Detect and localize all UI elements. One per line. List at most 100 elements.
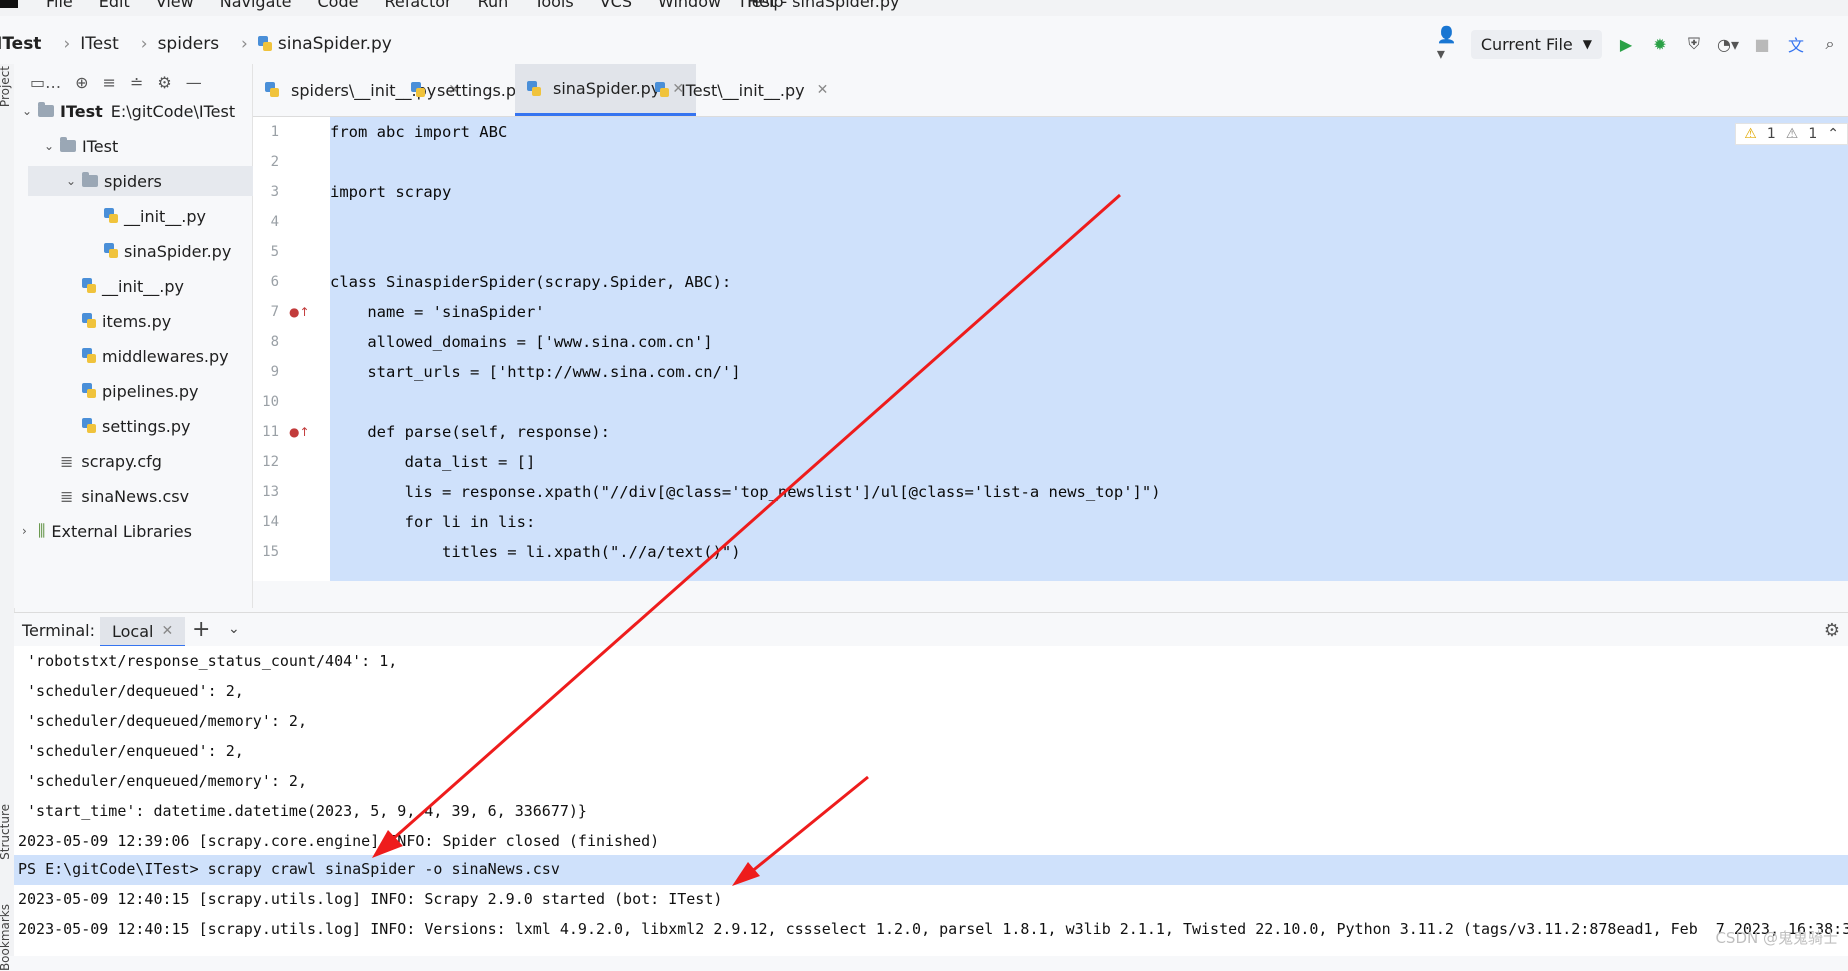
python-file-icon xyxy=(527,80,541,97)
breadcrumb-folder[interactable]: spiders xyxy=(158,34,219,54)
chevron-down-icon[interactable]: ⌄ xyxy=(66,174,82,188)
gear-icon[interactable]: ⚙ xyxy=(1824,620,1840,641)
warning-count: 1 xyxy=(1766,126,1776,142)
line-number: 6 xyxy=(270,274,279,290)
left-tool-strip: Project Structure Bookmarks xyxy=(0,64,15,971)
tree-item-spiders[interactable]: ⌄ spiders xyxy=(28,166,272,196)
terminal-command: scrapy crawl sinaSpider -o sinaNews.csv xyxy=(207,860,560,878)
python-file-icon xyxy=(265,82,279,98)
editor-tab-label: settings.py xyxy=(437,80,526,100)
search-icon[interactable]: ⌕ xyxy=(1820,34,1840,54)
python-file-icon xyxy=(411,82,425,98)
python-file-icon xyxy=(82,348,96,364)
tree-item-sinanews-csv[interactable]: ≣ sinaNews.csv xyxy=(44,481,189,511)
stop-icon[interactable]: ■ xyxy=(1752,34,1772,54)
code-editor[interactable]: 1 from abc import ABC 2 3 import scrapy 4 5 6 cl… xyxy=(253,117,1848,581)
tree-item-label: pipelines.py xyxy=(102,381,199,401)
tree-item--init-py[interactable]: __init__.py xyxy=(66,271,184,301)
terminal-header: Terminal: Local ✕ + ⌄ ⚙ xyxy=(14,612,1848,648)
menu-item-view[interactable]: View xyxy=(156,0,194,11)
tree-item-middlewares-py[interactable]: middlewares.py xyxy=(66,341,229,371)
terminal-line: 2023-05-09 12:40:15 [scrapy.utils.log] I… xyxy=(18,890,723,908)
tree-item-label: __init__.py xyxy=(102,276,185,296)
menu-item-refactor[interactable]: Refactor xyxy=(384,0,451,11)
menu-item-code[interactable]: Code xyxy=(318,0,359,11)
breadcrumb-file[interactable]: sinaSpider.py xyxy=(278,34,392,54)
bookmarks-tool-tab[interactable]: Bookmarks xyxy=(0,904,12,971)
run-configuration-label: Current File xyxy=(1480,34,1573,54)
user-icon[interactable]: 👤▾ xyxy=(1437,25,1457,63)
chevron-down-icon[interactable]: ⌄ xyxy=(44,139,60,153)
code-line: name = 'sinaSpider' xyxy=(330,303,545,321)
breadcrumb-project[interactable]: ITest xyxy=(0,34,41,54)
tree-item-label: spiders xyxy=(104,171,162,191)
tree-item-label: ITest xyxy=(82,136,119,156)
menu-item-tools[interactable]: Tools xyxy=(534,0,573,11)
terminal-tab-local[interactable]: Local ✕ xyxy=(100,617,186,648)
terminal-line: 2023-05-09 12:40:15 [scrapy.utils.log] I… xyxy=(18,920,1848,938)
close-icon[interactable]: ✕ xyxy=(817,82,829,98)
tree-item-label: sinaSpider.py xyxy=(124,241,232,261)
line-number: 8 xyxy=(270,334,279,350)
folder-icon xyxy=(60,137,76,152)
chevron-right-icon: › xyxy=(241,34,248,54)
folder-icon xyxy=(38,102,54,117)
tree-item-path: E:\gitCode\ITest xyxy=(110,101,236,121)
project-tool-tab[interactable]: Project xyxy=(0,66,12,107)
tree-item-settings-py[interactable]: settings.py xyxy=(66,411,191,441)
terminal-line: 'scheduler/enqueued': 2, xyxy=(18,742,244,760)
debug-icon[interactable]: ✹ xyxy=(1650,34,1670,54)
tree-item-label: items.py xyxy=(102,311,172,331)
menu-item-edit[interactable]: Edit xyxy=(99,0,130,11)
chevron-up-icon[interactable]: ⌃ xyxy=(1827,126,1839,142)
inspection-widget[interactable]: ⚠ 1 ⚠ 1 ⌃ xyxy=(1735,123,1848,145)
close-icon[interactable]: ✕ xyxy=(161,623,173,639)
terminal-line: 'robotstxt/response_status_count/404': 1… xyxy=(18,652,398,670)
menu-item-vcs[interactable]: VCS xyxy=(600,0,632,11)
folder-icon xyxy=(82,172,98,187)
collapse-all-icon[interactable]: ≐ xyxy=(130,73,143,92)
menu-item-run[interactable]: Run xyxy=(478,0,509,11)
terminal-line: 'start_time': datetime.datetime(2023, 5,… xyxy=(18,802,587,820)
locate-icon[interactable]: ⊕ xyxy=(75,73,88,92)
tree-item-label: middlewares.py xyxy=(102,346,229,366)
menu-item-file[interactable]: File xyxy=(46,0,73,11)
view-mode-icon[interactable]: ▭… xyxy=(30,73,61,92)
chevron-down-icon[interactable]: ⌄ xyxy=(228,621,240,637)
line-number: 15 xyxy=(262,544,279,560)
profile-icon[interactable]: ◔▾ xyxy=(1717,34,1739,54)
tree-item-items-py[interactable]: items.py xyxy=(66,306,171,336)
tree-item-pipelines-py[interactable]: pipelines.py xyxy=(66,376,199,406)
coverage-icon[interactable]: ⛨ xyxy=(1684,34,1704,54)
tree-item-itest[interactable]: ⌄ ITest xyxy=(44,131,118,161)
warning-icon: ⚠ xyxy=(1744,126,1757,142)
editor-tab-itest-init-py[interactable]: ITest\__init__.py ✕ xyxy=(643,64,840,116)
menu-item-window[interactable]: Window xyxy=(658,0,721,11)
gear-icon[interactable]: ⚙ xyxy=(157,73,171,92)
breadcrumb-package[interactable]: ITest xyxy=(80,34,119,54)
menu-item-navigate[interactable]: Navigate xyxy=(220,0,292,11)
expand-all-icon[interactable]: ≡ xyxy=(103,73,116,92)
translate-icon[interactable]: 文 xyxy=(1786,34,1806,55)
run-configuration-select[interactable]: Current File ▼ xyxy=(1470,29,1602,59)
terminal-line: 'scheduler/dequeued/memory': 2, xyxy=(18,712,307,730)
minimize-icon[interactable]: — xyxy=(186,73,202,92)
structure-tool-tab[interactable]: Structure xyxy=(0,804,12,860)
run-icon[interactable]: ▶ xyxy=(1616,34,1636,54)
tree-item-itest[interactable]: ⌄ ITest E:\gitCode\ITest xyxy=(22,96,235,126)
chevron-down-icon[interactable]: ⌄ xyxy=(22,104,38,118)
tree-item--init-py[interactable]: __init__.py xyxy=(88,201,206,231)
add-icon[interactable]: + xyxy=(192,617,210,642)
code-line: def parse(self, response): xyxy=(330,423,610,441)
tree-item-scrapy-cfg[interactable]: ≣ scrapy.cfg xyxy=(44,446,162,476)
tree-item-sinaspider-py[interactable]: sinaSpider.py xyxy=(88,236,231,266)
tree-item-label: __init__.py xyxy=(124,206,207,226)
python-file-icon xyxy=(655,82,669,98)
override-marker-icon[interactable]: ●↑ xyxy=(289,425,310,439)
tree-item-external-libraries[interactable]: › ⫼ External Libraries xyxy=(22,516,192,546)
override-marker-icon[interactable]: ●↑ xyxy=(289,305,310,319)
terminal-prompt: PS E:\gitCode\ITest> xyxy=(18,860,208,878)
line-number: 13 xyxy=(262,484,279,500)
terminal-output[interactable]: 'robotstxt/response_status_count/404': 1… xyxy=(14,646,1848,956)
chevron-right-icon[interactable]: › xyxy=(22,524,38,538)
